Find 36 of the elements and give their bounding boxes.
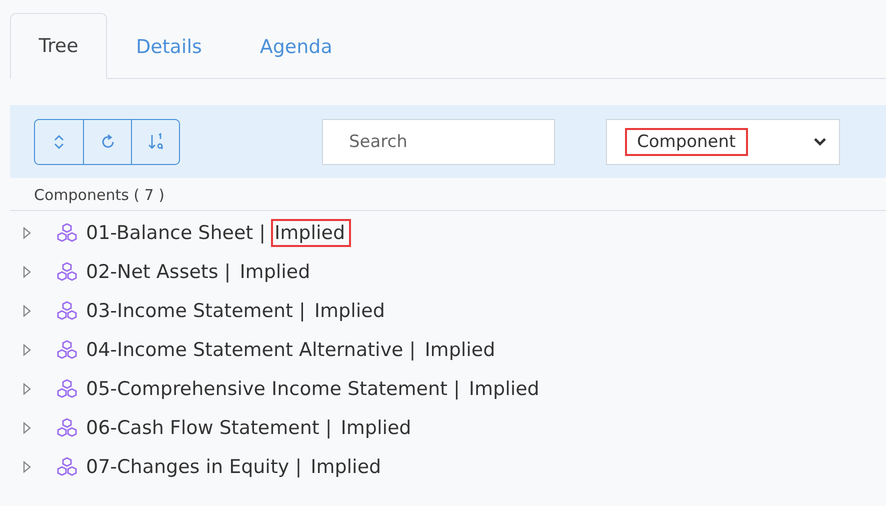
cubes-icon (56, 260, 78, 282)
status-label: Implied (424, 338, 496, 362)
status-label: Implied (340, 416, 412, 440)
cubes-icon (56, 378, 78, 400)
component-label[interactable]: 04-Income Statement Alternative | (86, 338, 416, 360)
expand-caret-icon[interactable] (22, 344, 32, 356)
component-label[interactable]: 01-Balance Sheet | (86, 222, 266, 244)
status-label: Implied (310, 454, 382, 480)
expand-collapse-icon (54, 134, 64, 150)
status-label: Implied (468, 376, 540, 402)
status-label: Implied (313, 298, 386, 324)
expand-caret-icon[interactable] (22, 382, 32, 394)
component-label[interactable]: 03-Income Statement | (86, 300, 306, 322)
expand-caret-icon[interactable] (22, 226, 32, 238)
chevron-down-icon (813, 136, 827, 146)
status-label: Implied (238, 260, 312, 284)
expand-caret-icon[interactable] (22, 304, 32, 316)
search-field[interactable]: Search (322, 118, 555, 164)
status-label: Implied (270, 218, 352, 246)
cubes-icon (56, 300, 78, 322)
cubes-icon (56, 416, 78, 438)
tab[interactable]: Tree (10, 13, 107, 79)
component-label[interactable]: 06-Cash Flow Statement | (86, 416, 332, 438)
list-header: Components ( 7 ) (10, 178, 886, 211)
type-select[interactable]: Component (606, 118, 840, 164)
cubes-icon (56, 338, 78, 360)
expand-caret-icon[interactable] (22, 266, 32, 278)
expand-caret-icon[interactable] (22, 422, 32, 434)
sort-icon (146, 132, 164, 150)
component-label[interactable]: 07-Changes in Equity | (86, 456, 302, 478)
cubes-icon (56, 222, 78, 244)
component-label[interactable]: 05-Comprehensive Income Statement | (86, 378, 460, 400)
expand-caret-icon[interactable] (22, 460, 32, 472)
cubes-icon (56, 456, 78, 478)
refresh-icon (100, 134, 116, 150)
component-label[interactable]: 02-Net Assets | (86, 260, 231, 282)
